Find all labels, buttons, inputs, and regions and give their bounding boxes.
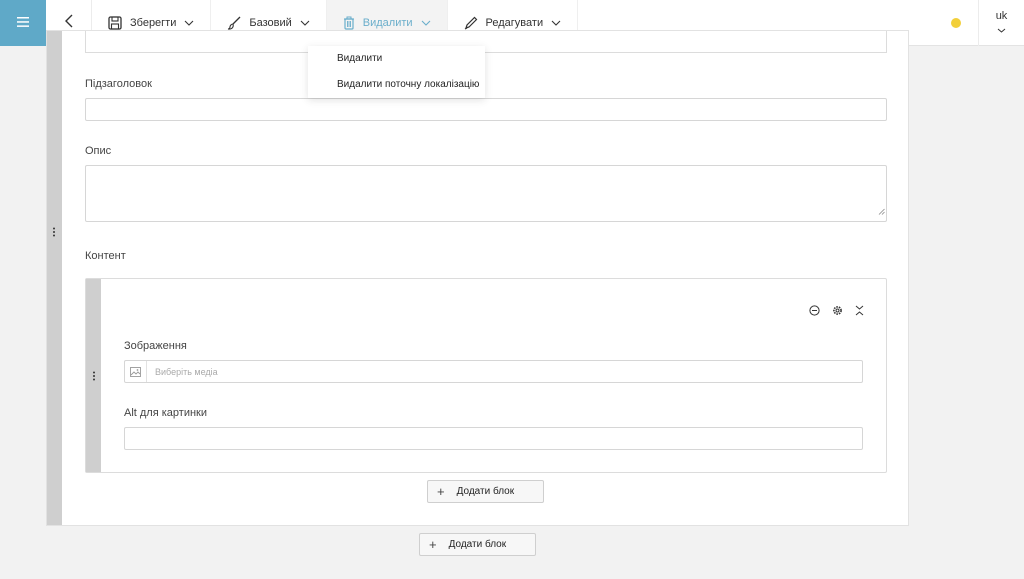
alt-input[interactable] [124,427,863,450]
menu-item-delete-current-locale[interactable]: Видалити поточну локалізацію [308,72,485,98]
alt-label: Alt для картинки [124,407,208,419]
collapse-icon[interactable] [855,303,864,321]
add-block-button[interactable]: + Додати блок [419,533,536,556]
media-picker-input[interactable]: Виберіть медіа [124,360,863,383]
save-label: Зберегти [130,17,177,29]
add-block-button-inner[interactable]: + Додати блок [427,480,544,503]
delete-label: Видалити [362,17,413,29]
media-placeholder: Виберіть медіа [155,366,218,377]
more-vertical-icon[interactable] [92,371,96,383]
content-block: Зображення Виберіть медіа Alt для картин… [85,278,887,473]
description-textarea[interactable] [85,165,887,222]
subtitle-input[interactable] [85,98,887,121]
menu-item-delete[interactable]: Видалити [308,46,485,72]
plus-icon: + [437,484,445,499]
status-indicator [951,18,961,28]
chevron-down-icon [997,24,1006,36]
language-code: uk [995,10,1008,22]
image-icon [125,361,147,382]
base-label: Базовий [249,17,292,29]
chevron-down-icon [184,20,194,26]
subtitle-label: Підзаголовок [85,78,152,90]
block-tools [809,303,864,321]
save-icon [108,16,122,30]
chevron-down-icon [421,20,431,26]
hamburger-icon [17,14,29,32]
brush-icon [227,16,241,30]
more-vertical-icon[interactable] [52,227,56,239]
menu-button[interactable] [0,0,46,46]
content-label: Контент [85,250,126,262]
image-label: Зображення [124,340,187,352]
language-selector[interactable]: uk [978,0,1024,46]
delete-dropdown-menu: Видалити Видалити поточну локалізацію [308,46,485,98]
previous-field-input[interactable] [85,31,887,53]
remove-circle-icon[interactable] [809,303,820,321]
drag-strip[interactable] [47,31,62,525]
chevron-down-icon [551,20,561,26]
resize-handle-icon[interactable] [878,202,885,220]
pencil-icon [464,16,478,30]
add-block-label: Додати блок [456,486,515,497]
description-label: Опис [85,145,112,157]
add-block-label: Додати блок [448,539,507,550]
trash-icon [343,16,355,30]
chevron-down-icon [300,20,310,26]
plus-icon: + [429,537,437,552]
editor-panel: Підзаголовок Опис Контент Зображення Виб… [46,30,909,526]
gear-icon[interactable] [832,303,843,321]
edit-label: Редагувати [485,17,544,29]
